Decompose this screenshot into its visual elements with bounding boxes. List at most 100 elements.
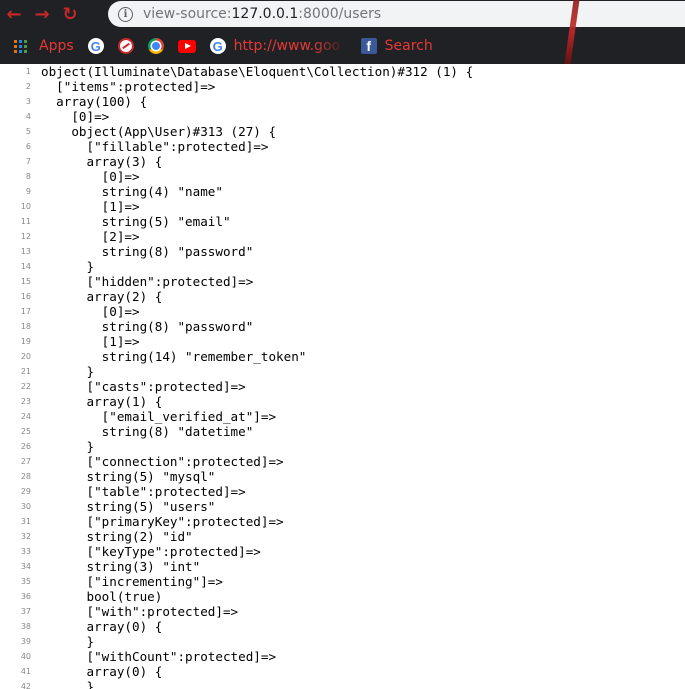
line-code: ["withCount":protected]=> (41, 649, 277, 664)
line-code: array(3) { (41, 154, 163, 169)
line-code: string(5) "mysql" (41, 469, 216, 484)
source-line: 27 ["connection":protected]=> (0, 454, 685, 469)
line-code: array(0) { (41, 664, 163, 679)
facebook-icon: f (360, 38, 377, 54)
source-line: 29 ["table":protected]=> (0, 484, 685, 499)
source-line: 40 ["withCount":protected]=> (0, 649, 685, 664)
line-number: 25 (20, 427, 31, 436)
back-arrow-icon[interactable]: ← (0, 1, 28, 29)
source-line: 10 [1]=> (0, 199, 685, 214)
youtube-icon (177, 39, 196, 53)
line-code: bool(true) (41, 589, 163, 604)
bookmark-google-url[interactable]: G http://www.goo (209, 38, 347, 54)
wordpress-settings-icon (117, 38, 134, 54)
source-line: 9 string(4) "name" (0, 184, 685, 199)
line-number: 22 (20, 382, 31, 391)
source-line: 30 string(5) "users" (0, 499, 685, 514)
source-line: 16 array(2) { (0, 289, 685, 304)
source-line: 21 } (0, 364, 685, 379)
bookmarks-bar: Apps G G http://www.goo f Search (0, 32, 685, 60)
line-number: 36 (20, 592, 31, 601)
bookmark-facebook-search[interactable]: f Search (360, 38, 433, 54)
line-number: 7 (25, 157, 31, 166)
source-line: 33 ["keyType":protected]=> (0, 544, 685, 559)
line-number: 37 (20, 607, 31, 616)
line-number: 17 (20, 307, 31, 316)
line-number: 41 (20, 667, 31, 676)
forward-arrow-icon[interactable]: → (28, 1, 56, 29)
line-code: array(2) { (41, 289, 163, 304)
line-code: string(5) "email" (41, 214, 231, 229)
source-line: 25 string(8) "datetime" (0, 424, 685, 439)
line-code: ["casts":protected]=> (41, 379, 246, 394)
bookmark-google[interactable]: G (87, 38, 104, 54)
line-code: ["items":protected]=> (41, 79, 216, 94)
bookmark-wordpress[interactable] (117, 38, 134, 54)
line-number: 24 (20, 412, 31, 421)
line-number: 26 (20, 442, 31, 451)
source-line: 35 ["incrementing"]=> (0, 574, 685, 589)
source-line: 17 [0]=> (0, 304, 685, 319)
source-line: 11 string(5) "email" (0, 214, 685, 229)
line-number: 15 (20, 277, 31, 286)
url-text[interactable]: view-source:127.0.0.1:8000/users (143, 6, 381, 22)
line-number: 23 (20, 397, 31, 406)
source-line: 23 array(1) { (0, 394, 685, 409)
line-code: [0]=> (41, 109, 110, 124)
line-number: 30 (20, 502, 31, 511)
line-code: string(4) "name" (41, 184, 223, 199)
line-number: 28 (20, 472, 31, 481)
line-number: 12 (20, 232, 31, 241)
line-number: 32 (20, 532, 31, 541)
source-line: 13 string(8) "password" (0, 244, 685, 259)
line-code: array(100) { (41, 94, 148, 109)
line-code: string(14) "remember_token" (41, 349, 307, 364)
line-code: } (41, 259, 95, 274)
line-code: } (41, 679, 95, 689)
line-number: 8 (25, 172, 31, 181)
line-code: ["email_verified_at"]=> (41, 409, 277, 424)
source-line: 3 array(100) { (0, 94, 685, 109)
line-code: ["table":protected]=> (41, 484, 246, 499)
line-number: 6 (25, 142, 31, 151)
line-code: string(8) "datetime" (41, 424, 254, 439)
line-number: 31 (20, 517, 31, 526)
line-number: 35 (20, 577, 31, 586)
line-number: 42 (20, 682, 31, 689)
line-code: string(3) "int" (41, 559, 201, 574)
line-number: 38 (20, 622, 31, 631)
bookmark-youtube[interactable] (177, 39, 196, 53)
line-code: object(Illuminate\Database\Eloquent\Coll… (41, 64, 474, 79)
source-line: 34 string(3) "int" (0, 559, 685, 574)
line-code: } (41, 364, 95, 379)
address-bar[interactable]: i view-source:127.0.0.1:8000/users (108, 1, 685, 27)
line-code: ["connection":protected]=> (41, 454, 284, 469)
source-line: 42 } (0, 679, 685, 689)
line-number: 10 (20, 202, 31, 211)
bookmark-apps[interactable]: Apps (14, 38, 74, 54)
source-line: 1 object(Illuminate\Database\Eloquent\Col… (0, 64, 685, 79)
source-line: 18 string(8) "password" (0, 319, 685, 334)
line-code: ["primaryKey":protected]=> (41, 514, 284, 529)
line-code: [2]=> (41, 229, 140, 244)
source-line: 32 string(2) "id" (0, 529, 685, 544)
google-icon: G (209, 38, 226, 54)
bookmark-label: Apps (39, 38, 74, 54)
source-line: 39 } (0, 634, 685, 649)
source-line: 2 ["items":protected]=> (0, 79, 685, 94)
info-icon[interactable]: i (118, 6, 133, 22)
url-prefix: view-source: (143, 6, 232, 22)
line-number: 14 (20, 262, 31, 271)
line-code: array(0) { (41, 619, 163, 634)
source-line: 6 ["fillable":protected]=> (0, 139, 685, 154)
browser-toolbar: ← → ↻ i view-source:127.0.0.1:8000/users (0, 0, 685, 29)
line-number: 16 (20, 292, 31, 301)
reload-icon[interactable]: ↻ (56, 1, 84, 29)
line-number: 4 (25, 112, 31, 121)
bookmark-chrome[interactable] (147, 38, 164, 54)
view-source-content: 1 object(Illuminate\Database\Eloquent\Col… (0, 64, 685, 689)
source-line: 37 ["with":protected]=> (0, 604, 685, 619)
url-path: :8000/users (298, 6, 382, 22)
line-number: 11 (20, 217, 31, 226)
source-line: 31 ["primaryKey":protected]=> (0, 514, 685, 529)
